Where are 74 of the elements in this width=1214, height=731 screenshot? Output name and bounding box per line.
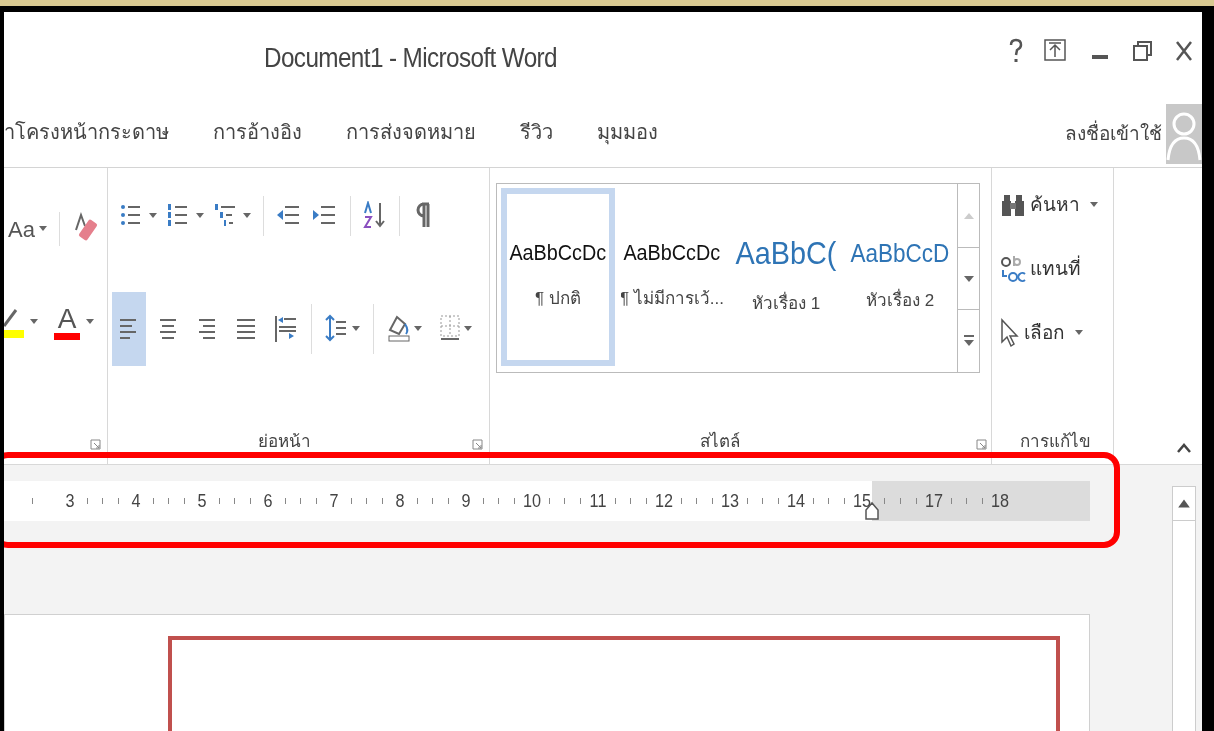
style-preview: AaBbCcD: [850, 240, 950, 266]
shading-icon: [387, 314, 411, 344]
style-item[interactable]: AaBbCcDc ¶ ไม่มีการเว้...: [615, 188, 729, 366]
dialog-launcher-icon[interactable]: [90, 439, 101, 450]
style-preview: AaBbCcDc: [509, 242, 607, 265]
change-case-button[interactable]: Aa: [8, 212, 35, 246]
dropdown-caret-icon: [196, 213, 204, 219]
window-title: Document1 - Microsoft Word: [264, 42, 557, 75]
dropdown-caret-icon: [38, 226, 47, 232]
dropdown-caret-icon: [86, 319, 94, 325]
ribbon-tab[interactable]: าโครงหน้ากระดาษ: [4, 116, 169, 147]
style-item[interactable]: AaBbCcD หัวเรื่อง 2: [843, 188, 957, 366]
style-item[interactable]: AaBbCcDc ¶ ปกติ: [501, 188, 615, 366]
group-label: ย่อหน้า: [258, 430, 311, 453]
ruler-number: 11: [589, 489, 607, 513]
ruler-number: 9: [460, 489, 472, 513]
ruler[interactable]: 3 4 5 6 7 8 9 10 11 12 13 14 15 17 18: [4, 481, 1090, 521]
ruler-number: 4: [130, 489, 142, 513]
ruler-number: 3: [64, 489, 76, 513]
replace-icon: [1000, 254, 1026, 284]
style-preview: AaBbC(: [735, 237, 837, 270]
font-color-button[interactable]: A: [57, 304, 77, 333]
ribbon-command[interactable]: ค้นหา: [1000, 180, 1098, 230]
ribbon-command[interactable]: แทนที่: [1000, 244, 1098, 294]
more-icon: [963, 335, 974, 347]
ruler-number: 18: [991, 489, 1009, 513]
ruler-number: 13: [721, 489, 739, 513]
ribbon-tab[interactable]: รีวิว: [520, 116, 553, 147]
ruler-number: 12: [655, 489, 673, 513]
dropdown-caret-icon: [149, 213, 157, 219]
group-label: การแก้ไข: [1020, 430, 1091, 453]
restore-icon[interactable]: [1132, 39, 1154, 63]
dialog-launcher-icon[interactable]: [976, 439, 987, 450]
ruler-number: 10: [523, 489, 541, 513]
dropdown-caret-icon: [30, 319, 38, 325]
vertical-scrollbar[interactable]: [1172, 486, 1196, 731]
dropdown-caret-icon: [243, 213, 251, 219]
ruler-number: 17: [925, 489, 943, 513]
style-label: หัวเรื่อง 1: [751, 291, 821, 317]
help-icon[interactable]: [1008, 38, 1024, 64]
style-label: ¶ ปกติ: [535, 288, 581, 311]
ribbon-tab[interactable]: การอ้างอิง: [213, 116, 302, 147]
ribbon-tab[interactable]: การส่งจดหมาย: [346, 116, 476, 147]
ruler-number: 14: [787, 489, 805, 513]
group-label: สไตล์: [700, 430, 740, 453]
binoculars-icon: [1000, 193, 1026, 217]
toolbar-button[interactable]: [112, 292, 146, 366]
dialog-launcher-icon[interactable]: [472, 439, 483, 450]
sign-in-link[interactable]: ลงชื่อเข้าใช้: [1065, 120, 1162, 149]
dropdown-caret-icon: [414, 326, 422, 332]
distributed-icon: [274, 314, 298, 344]
dropdown-caret-icon: [1090, 202, 1098, 208]
close-icon[interactable]: [1174, 39, 1194, 63]
style-label: หัวเรื่อง 2: [865, 287, 935, 312]
dropdown-caret-icon: [352, 326, 360, 332]
ruler-number: 8: [394, 489, 406, 513]
cursor-icon: [1000, 318, 1020, 348]
collapse-ribbon-icon[interactable]: [1176, 442, 1192, 454]
dropdown-caret-icon: [1075, 330, 1083, 336]
ruler-number: 5: [196, 489, 208, 513]
line-spacing-icon: [325, 314, 349, 344]
font-color-swatch: [54, 332, 80, 340]
ruler-number: 6: [262, 489, 274, 513]
style-item[interactable]: AaBbC( หัวเรื่อง 1: [729, 188, 843, 366]
ribbon-command[interactable]: เลือก: [1000, 308, 1098, 358]
ruler-number: 15: [853, 489, 871, 513]
down-arrow-icon: [963, 275, 974, 282]
style-preview: AaBbCcDc: [623, 242, 721, 265]
style-label: ¶ ไม่มีการเว้...: [621, 287, 723, 311]
sort-icon: [363, 201, 387, 231]
ribbon-tab[interactable]: มุมมอง: [597, 116, 658, 147]
ruler-number: 7: [328, 489, 340, 513]
dropdown-caret-icon: [464, 326, 472, 332]
up-arrow-icon: [963, 212, 974, 219]
